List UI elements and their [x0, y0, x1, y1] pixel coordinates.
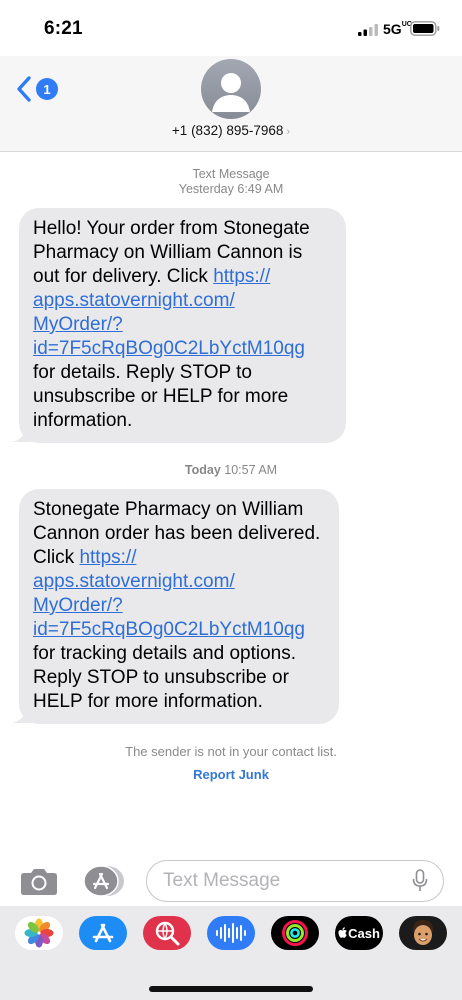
chevron-right-icon: ›	[286, 126, 291, 138]
chevron-left-icon	[17, 76, 31, 102]
apple-logo-icon	[338, 927, 347, 938]
message-type-label: Text Message	[192, 167, 270, 181]
memoji-face-icon	[413, 920, 433, 945]
apple-cash-icon[interactable]: Cash	[335, 916, 383, 950]
photos-icon[interactable]	[15, 916, 63, 950]
message-input[interactable]	[146, 860, 444, 902]
message-text: Stonegate Pharmacy on William Cannon ord…	[33, 499, 321, 568]
home-indicator[interactable]	[149, 986, 313, 992]
message-text: for tracking details and options. Reply …	[33, 643, 296, 712]
message-text: for details. Reply STOP to unsubscribe o…	[33, 362, 289, 431]
audio-message-icon[interactable]	[207, 916, 255, 950]
network-type-label: 5GUC	[383, 21, 412, 37]
unknown-sender-note: The sender is not in your contact list.	[125, 744, 337, 759]
conversation-header: 1 +1 (832) 895-7968 ›	[0, 56, 462, 152]
waveform-icon	[216, 923, 246, 943]
timestamp-datetime: Today 10:57 AM	[184, 463, 278, 477]
magnifier-globe-icon	[155, 921, 180, 946]
unread-count-badge: 1	[36, 78, 58, 100]
report-junk-button[interactable]: Report Junk	[0, 767, 462, 782]
app-store-glyph-icon	[92, 923, 114, 943]
cash-label: Cash	[348, 925, 380, 941]
status-bar: 6:21 5GUC	[0, 0, 462, 56]
search-images-icon[interactable]	[143, 916, 191, 950]
timestamp-datetime: Yesterday 6:49 AM	[178, 182, 284, 196]
message-timestamp: Today 10:57 AM	[0, 463, 462, 478]
activity-rings-icon	[282, 920, 308, 946]
contact-avatar[interactable]	[201, 59, 261, 119]
person-icon	[212, 73, 250, 112]
imessage-app-drawer: Cash	[0, 906, 462, 1000]
photos-flower-icon	[24, 918, 54, 948]
battery-icon	[410, 21, 440, 36]
camera-icon[interactable]	[20, 866, 58, 896]
message-bubble[interactable]: Stonegate Pharmacy on William Cannon ord…	[19, 489, 339, 724]
apps-button-icon[interactable]	[82, 864, 126, 898]
message-timestamp: Text Message Yesterday 6:49 AM	[0, 167, 462, 197]
memoji-icon[interactable]	[399, 916, 447, 950]
back-button[interactable]: 1	[16, 74, 62, 104]
contact-number: +1 (832) 895-7968	[171, 123, 284, 138]
status-time: 6:21	[44, 18, 83, 39]
signal-strength-icon	[358, 24, 378, 36]
microphone-icon[interactable]	[412, 869, 428, 893]
messages-screen: 6:21 5GUC 1 +1 (832) 895-7968 › Text Mes…	[0, 0, 462, 1000]
message-bubble[interactable]: Hello! Your order from Stonegate Pharmac…	[19, 208, 346, 443]
activity-icon[interactable]	[271, 916, 319, 950]
contact-details-link[interactable]: +1 (832) 895-7968 ›	[0, 123, 462, 138]
app-store-icon[interactable]	[79, 916, 127, 950]
